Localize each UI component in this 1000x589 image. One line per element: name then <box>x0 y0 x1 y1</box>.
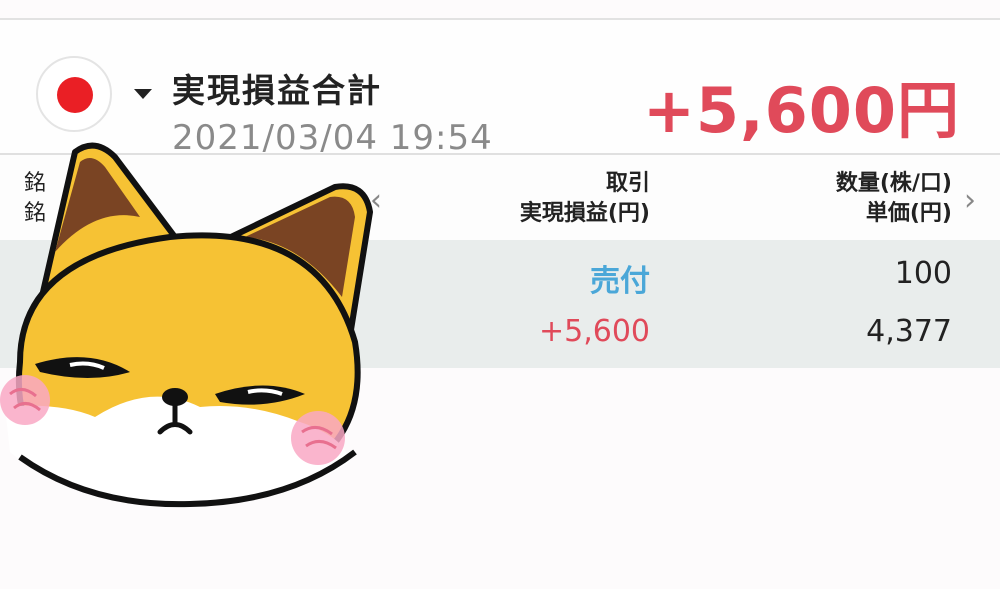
column-quantity-line1: 数量(株/口) <box>835 171 952 196</box>
market-flag-button[interactable] <box>36 56 112 132</box>
trade-side: 売付 <box>590 264 650 299</box>
column-trade-line1: 取引 <box>605 171 650 196</box>
quantity: 100 <box>894 256 952 291</box>
column-trade: 取引 実現損益(円) <box>520 169 650 229</box>
realized-pl: +5,600 <box>538 314 650 349</box>
column-trade-line2: 実現損益(円) <box>519 201 650 226</box>
fox-mascot-sticker <box>0 142 373 508</box>
page-title: 実現損益合計 <box>172 71 382 110</box>
column-quantity: 数量(株/口) 単価(円) <box>836 169 952 229</box>
column-quantity-line2: 単価(円) <box>865 201 952 226</box>
chevron-right-icon[interactable]: › <box>964 183 976 218</box>
total-realized-pl: +5,600円 <box>642 74 960 147</box>
japan-flag-icon <box>57 77 93 113</box>
unit-price: 4,377 <box>866 314 952 349</box>
caret-down-icon[interactable] <box>134 89 152 99</box>
